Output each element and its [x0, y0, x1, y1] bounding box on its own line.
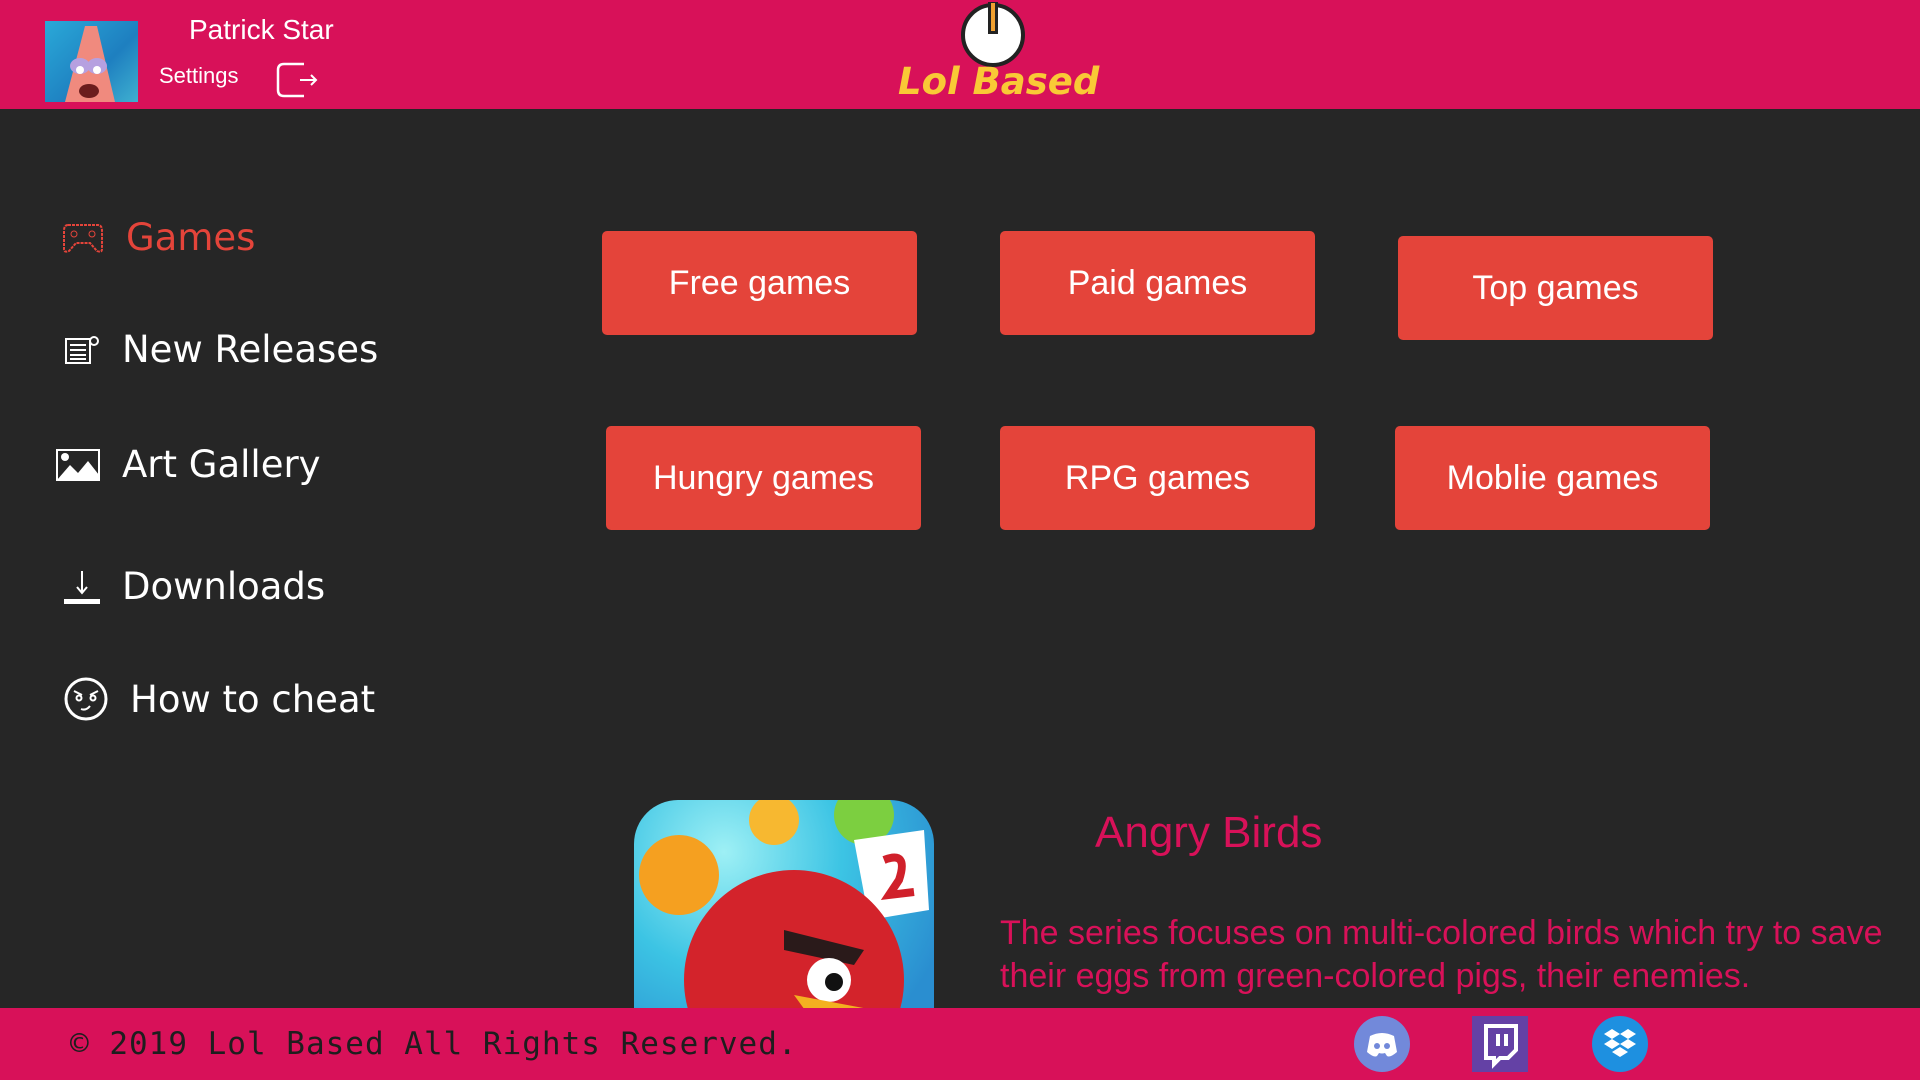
footer: © 2019 Lol Based All Rights Reserved.	[0, 1008, 1920, 1080]
copyright-text: © 2019 Lol Based All Rights Reserved.	[70, 1026, 798, 1062]
sidebar-item-games[interactable]: Games	[62, 216, 255, 259]
sidebar-item-label: How to cheat	[130, 677, 376, 721]
sidebar-item-label: New Releases	[122, 328, 379, 371]
gamepad-icon	[63, 223, 103, 253]
hungry-games-button[interactable]: Hungry games	[606, 426, 921, 530]
free-games-button[interactable]: Free games	[602, 231, 917, 335]
header: Patrick Star Settings Lol Based	[0, 0, 1920, 109]
settings-link[interactable]: Settings	[159, 63, 239, 89]
sidebar-item-art-gallery[interactable]: Art Gallery	[56, 443, 321, 486]
download-icon	[64, 570, 100, 604]
rpg-games-button[interactable]: RPG games	[1000, 426, 1315, 530]
sidebar-item-label: Downloads	[122, 565, 326, 608]
avatar[interactable]	[45, 21, 138, 102]
paid-games-button[interactable]: Paid games	[1000, 231, 1315, 335]
user-name: Patrick Star	[189, 14, 334, 45]
power-logo-icon[interactable]	[958, 0, 1028, 68]
sidebar-item-downloads[interactable]: Downloads	[64, 565, 325, 608]
sidebar-item-how-to-cheat[interactable]: How to cheat	[64, 677, 375, 721]
devil-face-icon	[64, 677, 108, 721]
sidebar-item-label: Art Gallery	[122, 443, 321, 486]
logout-icon[interactable]	[274, 60, 320, 100]
sidebar-item-new-releases[interactable]: New Releases	[64, 328, 378, 371]
game-description: The series focuses on multi-colored bird…	[1000, 914, 1883, 995]
twitch-icon[interactable]	[1472, 1016, 1528, 1072]
image-icon	[56, 448, 100, 481]
discord-icon[interactable]	[1354, 1016, 1410, 1072]
dropbox-icon[interactable]	[1592, 1016, 1648, 1072]
news-icon	[65, 335, 99, 364]
game-title[interactable]: Angry Birds	[1095, 808, 1322, 858]
sidebar-item-label: Games	[126, 216, 256, 259]
top-games-button[interactable]: Top games	[1398, 236, 1713, 340]
mobile-games-button[interactable]: Moblie games	[1395, 426, 1710, 530]
brand-title[interactable]: Lol Based	[898, 60, 1099, 103]
